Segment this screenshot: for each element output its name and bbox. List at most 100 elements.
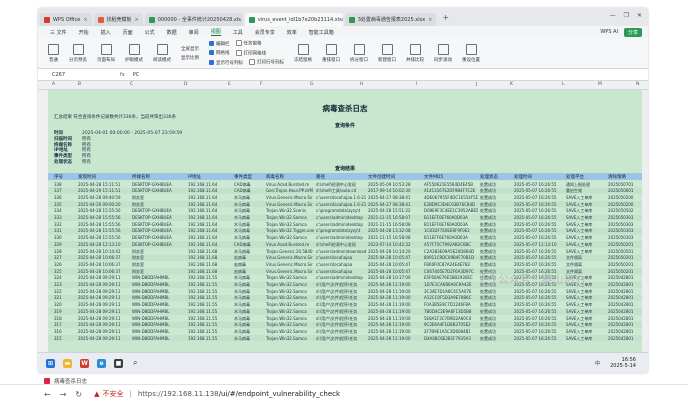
table-cell[interactable]: 2025-04-28 11:19:00 <box>368 322 422 327</box>
browser-icon[interactable]: e <box>97 359 106 368</box>
table-cell[interactable]: Trojan.Win32.Scenis <box>266 208 314 213</box>
table-cell[interactable]: c:\users\local\ajaa <box>316 262 366 267</box>
table-cell[interactable]: 2021-11-15 16:58:08 <box>368 222 422 227</box>
table-cell[interactable]: 330 <box>54 235 76 240</box>
table-cell[interactable]: 2025042801 <box>608 275 642 280</box>
table-cell[interactable]: 财务室 <box>132 202 186 208</box>
table-cell[interactable]: 192.168.11.55 <box>188 309 232 314</box>
table-cell[interactable]: 2025-05-09 10:53:28 <box>368 182 422 187</box>
table-cell[interactable]: A12CC0F5D3A9E70B6C <box>424 295 478 300</box>
table-cell[interactable]: d:\用户\文件\程序\任务 <box>316 282 366 288</box>
table-cell[interactable]: 192.168.11.64 <box>188 202 232 207</box>
file-explorer-icon[interactable]: ▬ <box>63 359 72 368</box>
table-cell[interactable]: d:\用户\文件\程序\任务 <box>316 295 366 301</box>
back-icon[interactable]: ← <box>44 390 51 399</box>
table-cell[interactable]: 326 <box>54 262 76 267</box>
view-mode-button[interactable]: 页面布局 <box>97 43 115 63</box>
table-cell[interactable]: 2025-04-28 11:19:00 <box>368 329 422 334</box>
table-cell[interactable]: Virus.Generic.Macro.Sir <box>266 269 314 274</box>
menu-item[interactable]: 智能工具箱 <box>309 29 334 36</box>
taskbar-clock[interactable]: 16:56 2025-5-14 <box>610 357 636 369</box>
file-tab[interactable]: virus_event_ldl1b7e20b23114.xlsx× <box>244 13 343 26</box>
table-cell[interactable]: 2025-04-28 09:40:59 <box>78 195 130 200</box>
table-cell[interactable]: 木马病毒 <box>234 309 264 315</box>
table-cell[interactable]: 木马病毒 <box>234 195 264 201</box>
table-cell[interactable]: CAD病毒 <box>234 182 264 188</box>
table-cell[interactable]: Trojan.Win32.Samca <box>266 302 314 307</box>
table-row[interactable]: 328 2025-04-28 10:14:42 财务室 192.168.11.68 木马… <box>48 248 642 255</box>
table-cell[interactable]: 处置成功 <box>480 322 512 328</box>
table-cell[interactable]: 334 <box>54 208 76 213</box>
wps-icon[interactable]: W <box>80 359 89 368</box>
table-cell[interactable]: CAD病毒 <box>234 242 264 248</box>
table-cell[interactable]: Virus.Acad.Bursted.m <box>266 242 314 247</box>
table-cell[interactable]: 2025050501 <box>608 249 642 254</box>
table-cell[interactable]: 木马病毒 <box>234 289 264 295</box>
table-cell[interactable]: 192.168.11.68 <box>188 269 232 274</box>
table-cell[interactable]: 处置成功 <box>480 309 512 315</box>
table-cell[interactable]: B11EFF0E760A0D03A <box>424 235 478 240</box>
table-cell[interactable]: 2025-05-07 16:26:55 <box>514 329 564 334</box>
table-cell[interactable]: 2025-05-07 16:26:55 <box>514 182 564 187</box>
table-cell[interactable]: SAVE入工单库 <box>566 242 606 248</box>
table-cell[interactable]: 323 <box>54 282 76 287</box>
table-cell[interactable]: 木马病毒 <box>234 329 264 335</box>
table-cell[interactable]: 木马病毒 <box>234 275 264 281</box>
table-cell[interactable]: 2025050303 <box>608 235 642 240</box>
table-cell[interactable]: 2025-05-07 16:26:55 <box>514 235 564 240</box>
table-cell[interactable]: SAVE入工单库 <box>566 195 606 201</box>
table-cell[interactable]: 2025-05-07 16:26:55 <box>514 215 564 220</box>
column-header[interactable]: 文件MD5 <box>424 174 443 180</box>
table-cell[interactable]: 9C2E6A4F1D8B3705E2 <box>424 322 478 327</box>
table-cell[interactable]: D4A08C6E2B1F7935A3 <box>424 336 478 341</box>
table-cell[interactable]: 2025-04-29 15:11:51 <box>78 188 130 193</box>
table-cell[interactable]: 2025042801 <box>608 289 642 294</box>
ime-indicator[interactable]: 中 <box>595 360 600 367</box>
table-cell[interactable]: 2025042801 <box>608 302 642 307</box>
app-icon[interactable]: ■ <box>114 359 123 368</box>
table-cell[interactable]: 2025-04-28 09:29:11 <box>78 282 130 287</box>
table-cell[interactable]: 处置成功 <box>480 182 512 188</box>
table-cell[interactable]: d:\shell\检测中心发现 <box>316 242 366 248</box>
table-cell[interactable]: 2025-04-28 10:06:37 <box>78 262 130 267</box>
wps-ai-button[interactable]: WPS AI <box>600 29 618 35</box>
table-cell[interactable]: 2023-07-14 10:42:32 <box>368 242 422 247</box>
table-cell[interactable]: 2025-05-07 16:26:55 <box>514 316 564 321</box>
column-letter[interactable]: C <box>130 82 133 87</box>
table-cell[interactable]: 2025-04-28 09:29:11 <box>78 302 130 307</box>
menu-item[interactable]: 审阅 <box>189 29 199 36</box>
table-cell[interactable]: Trojan.Win32.Tiggre.une <box>266 228 314 233</box>
table-cell[interactable]: d:\用户\文件\程序\任务 <box>316 302 366 308</box>
security-warning[interactable]: ▲ 不安全 <box>94 389 123 399</box>
table-cell[interactable]: 处置成功 <box>480 295 512 301</box>
table-cell[interactable]: Trojan.Win32.Samca <box>266 235 314 240</box>
table-row[interactable]: 318 2025-04-28 09:29:11 WIN-D8DDFAHMBL 192.… <box>48 315 642 322</box>
column-letter[interactable]: G <box>310 82 314 87</box>
table-cell[interactable]: 2025050201 <box>608 255 642 260</box>
column-letter[interactable]: B <box>78 82 81 87</box>
table-cell[interactable]: SAVE入工单库 <box>566 336 606 342</box>
table-cell[interactable]: E2BD9C3D4C03B76C84D <box>424 202 478 207</box>
menu-item[interactable]: 三 文件 <box>50 29 67 36</box>
table-cell[interactable]: 333 <box>54 215 76 220</box>
table-cell[interactable]: c:\users\admin\downloads <box>316 249 366 254</box>
table-cell[interactable]: C2A283E09A5E20D8B4D <box>424 249 478 254</box>
table-cell[interactable]: SAVE入工单库 <box>566 316 606 322</box>
table-cell[interactable]: Virus.Generic.Macro.Sir <box>266 255 314 260</box>
table-cell[interactable]: 192.168.11.55 <box>188 295 232 300</box>
column-header[interactable]: 终端名称 <box>132 174 150 180</box>
table-cell[interactable]: 木马病毒 <box>234 316 264 322</box>
table-row[interactable]: 338 2025-04-28 15:11:51 DESKTOP-GXHBUEA 192… <box>48 181 642 188</box>
table-cell[interactable]: D09E9F3C4EE1C3952ABE5 <box>424 208 478 213</box>
table-cell[interactable]: 328 <box>54 249 76 254</box>
table-cell[interactable]: F0A3B5E9C7D1246F8A <box>424 302 478 307</box>
table-cell[interactable]: 192.168.11.55 <box>188 289 232 294</box>
table-cell[interactable]: Trojan.Win32.Samca <box>266 289 314 294</box>
column-header[interactable]: 序号 <box>54 174 63 180</box>
table-cell[interactable]: 2025-04-28 09:29:11 <box>78 275 130 280</box>
table-cell[interactable]: 7B0D4C2E9A6F13D5B8 <box>424 309 478 314</box>
fx-label[interactable]: fx <box>120 72 125 78</box>
table-cell[interactable]: 财务室 <box>132 195 186 201</box>
view-mode-button[interactable]: 普通 <box>48 43 59 63</box>
table-cell[interactable]: 处置成功 <box>480 316 512 322</box>
